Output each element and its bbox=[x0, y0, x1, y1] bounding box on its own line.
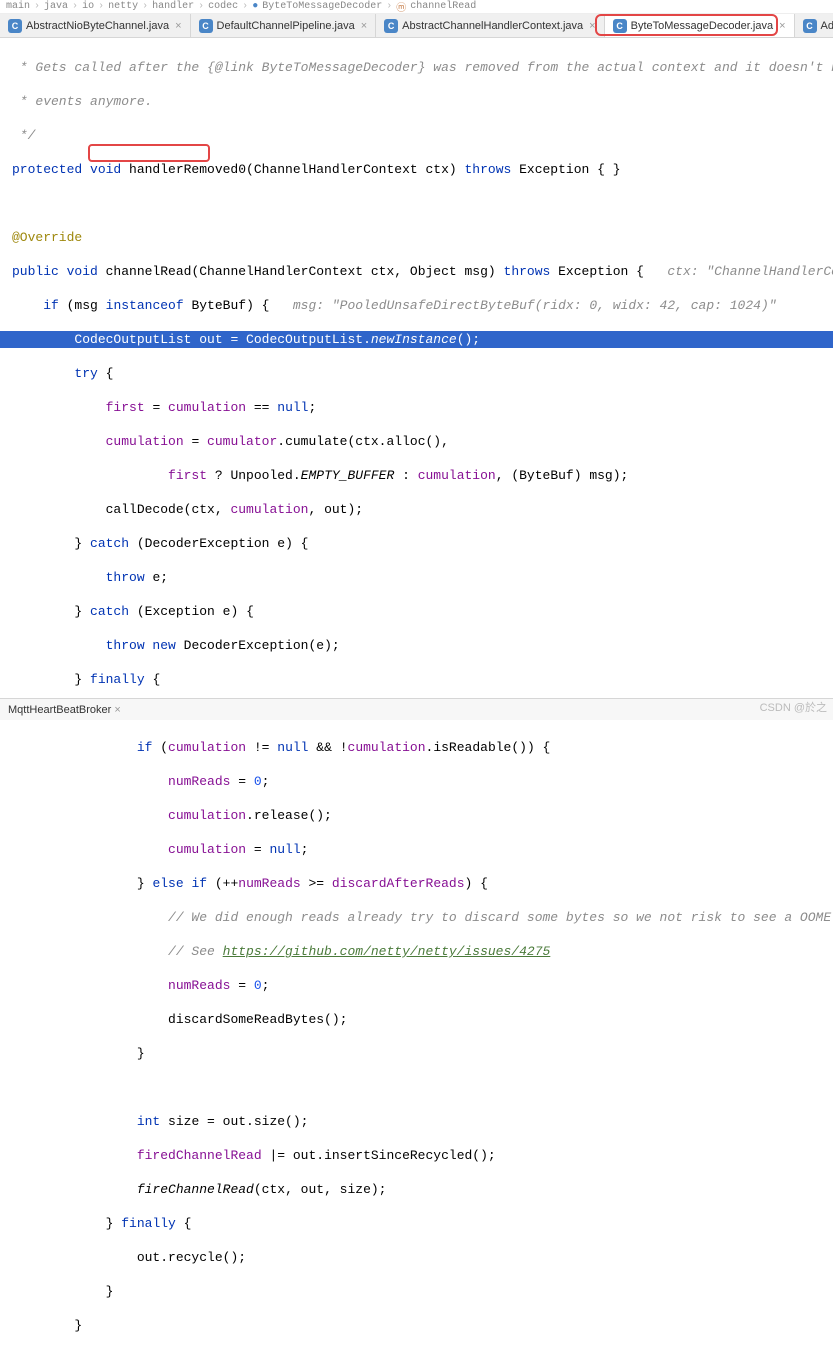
code-editor[interactable]: * Gets called after the {@link ByteToMes… bbox=[0, 38, 833, 1351]
java-class-icon: C bbox=[8, 19, 22, 33]
watermark: CSDN @於之 bbox=[760, 699, 827, 715]
tab-defaultchannelpipeline[interactable]: C DefaultChannelPipeline.java × bbox=[191, 14, 377, 37]
tab-label: ByteToMessageDecoder.java bbox=[631, 20, 773, 32]
tab-bytetomessagedecoder[interactable]: C ByteToMessageDecoder.java × bbox=[605, 14, 795, 37]
close-icon[interactable]: × bbox=[114, 704, 120, 716]
java-class-icon: C bbox=[613, 19, 627, 33]
tool-window-bar: MqttHeartBeatBroker × bbox=[0, 698, 833, 720]
tab-label: DefaultChannelPipeline.java bbox=[217, 20, 355, 32]
execution-line: CodecOutputList out = CodecOutputList.ne… bbox=[0, 331, 833, 348]
tab-abstractchannelhandlercontext[interactable]: C AbstractChannelHandlerContext.java × bbox=[376, 14, 604, 37]
tool-window-tab[interactable]: MqttHeartBeatBroker × bbox=[8, 704, 121, 716]
close-icon[interactable]: × bbox=[175, 20, 181, 32]
tab-label: Adap bbox=[821, 20, 833, 32]
tab-label: AbstractChannelHandlerContext.java bbox=[402, 20, 583, 32]
close-icon[interactable]: × bbox=[779, 20, 785, 32]
close-icon[interactable]: × bbox=[361, 20, 367, 32]
java-class-icon: C bbox=[199, 19, 213, 33]
tab-abstractniobytechannel[interactable]: C AbstractNioByteChannel.java × bbox=[0, 14, 191, 37]
tab-adap[interactable]: C Adap bbox=[795, 14, 833, 37]
java-class-icon: C bbox=[384, 19, 398, 33]
editor-tabs: C AbstractNioByteChannel.java × C Defaul… bbox=[0, 14, 833, 38]
java-class-icon: C bbox=[803, 19, 817, 33]
close-icon[interactable]: × bbox=[589, 20, 595, 32]
breadcrumb: main › java › io › netty › handler › cod… bbox=[0, 0, 833, 14]
issue-link[interactable]: https://github.com/netty/netty/issues/42… bbox=[223, 944, 551, 959]
tab-label: AbstractNioByteChannel.java bbox=[26, 20, 169, 32]
